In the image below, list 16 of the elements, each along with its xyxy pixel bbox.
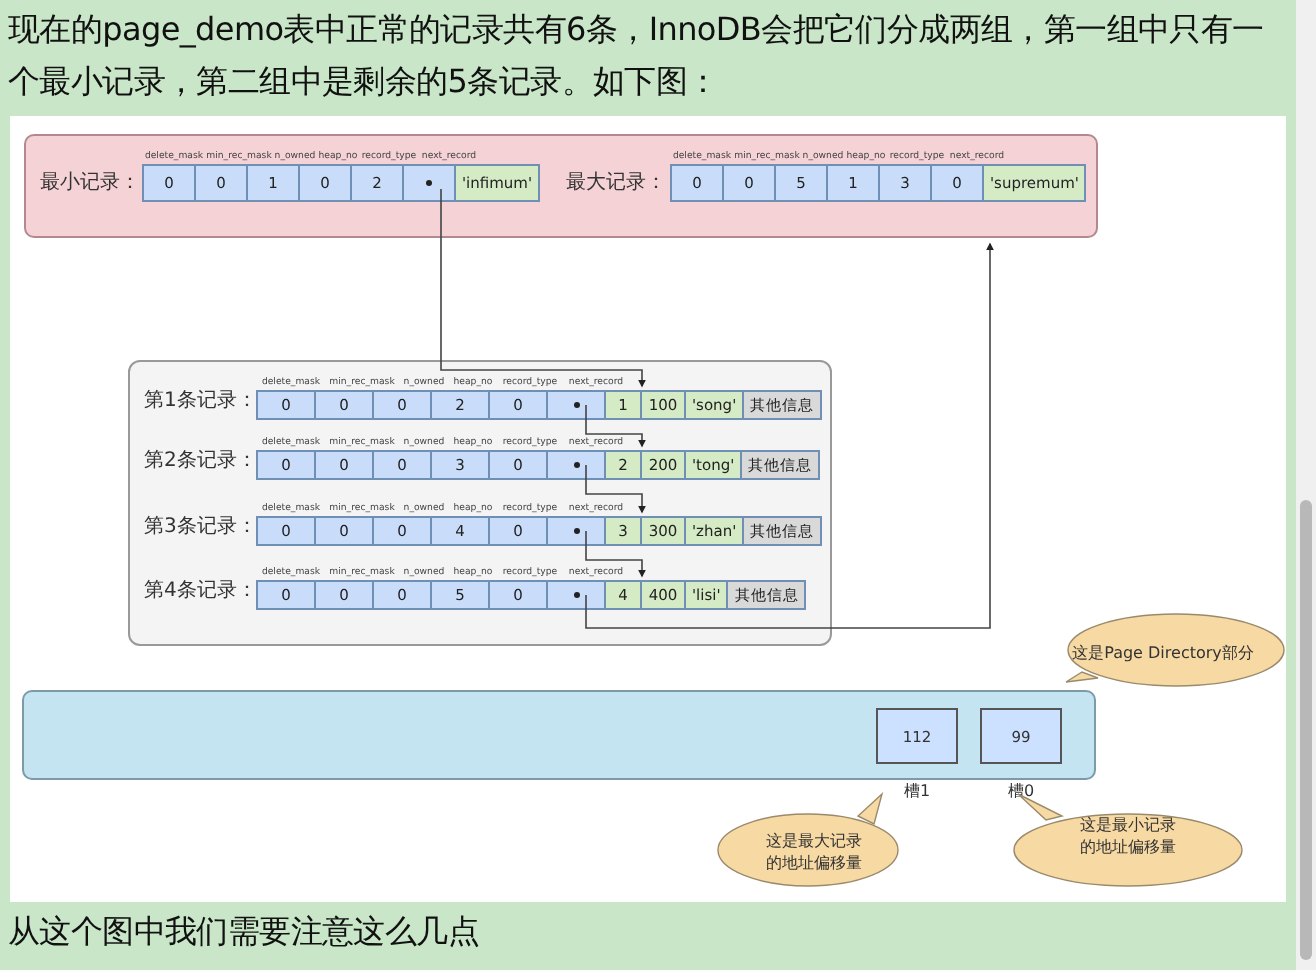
pointer-dot-icon	[573, 462, 579, 468]
record-label: 第1条记录：	[144, 388, 258, 416]
pointer-dot-icon	[573, 592, 579, 598]
body-paragraph: 从这个图中我们需要注意这么几点	[6, 910, 482, 954]
record-label: 最大记录：	[566, 169, 668, 198]
slot-label: 槽1	[904, 780, 931, 804]
record-label: 第2条记录：	[144, 448, 258, 476]
slot-label: 槽0	[1008, 780, 1035, 804]
pointer-dot-icon	[573, 528, 579, 534]
record-label: 第4条记录：	[144, 578, 258, 606]
record-label: 第3条记录：	[144, 514, 258, 542]
pointer-dot-icon	[426, 180, 432, 186]
scrollbar[interactable]	[1296, 0, 1316, 970]
pointer-dot-icon	[573, 402, 579, 408]
intro-paragraph: 现在的page_demo表中正常的记录共有6条，InnoDB会把它们分成两组，第一组中只有一个最小记录，第二组中是剩余的5条记录。如下图：	[6, 8, 1266, 104]
record-label: 最小记录：	[40, 169, 142, 198]
